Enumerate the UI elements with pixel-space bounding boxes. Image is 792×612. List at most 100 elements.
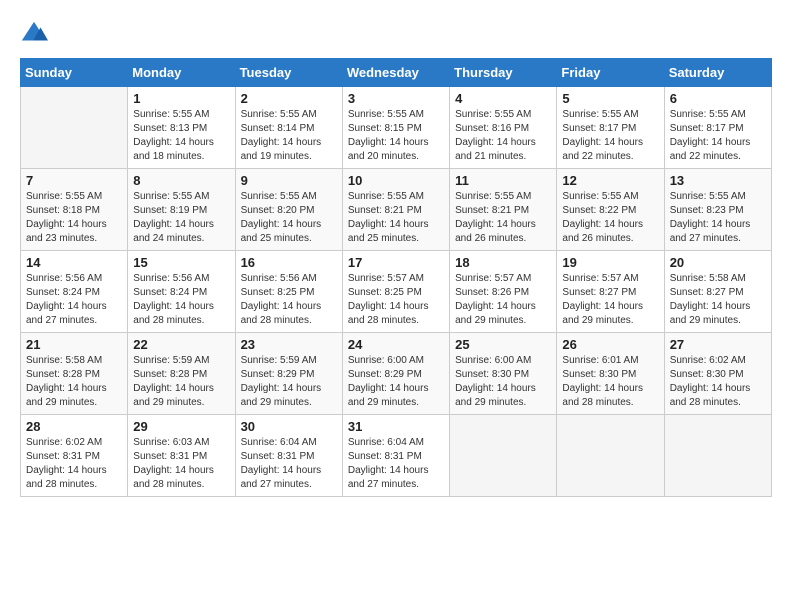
day-number: 28 <box>26 419 122 434</box>
day-info: Sunrise: 5:57 AM Sunset: 8:26 PM Dayligh… <box>455 272 551 328</box>
day-number: 24 <box>348 337 444 352</box>
day-number: 16 <box>241 255 337 270</box>
logo-icon <box>20 20 48 48</box>
day-info: Sunrise: 6:04 AM Sunset: 8:31 PM Dayligh… <box>241 436 337 492</box>
day-number: 22 <box>133 337 229 352</box>
day-info: Sunrise: 5:55 AM Sunset: 8:13 PM Dayligh… <box>133 108 229 164</box>
calendar-cell <box>450 415 557 497</box>
calendar-cell: 9 Sunrise: 5:55 AM Sunset: 8:20 PM Daylig… <box>235 169 342 251</box>
day-info: Sunrise: 5:55 AM Sunset: 8:20 PM Dayligh… <box>241 190 337 246</box>
calendar-cell: 16 Sunrise: 5:56 AM Sunset: 8:25 PM Dayli… <box>235 251 342 333</box>
calendar-cell: 25 Sunrise: 6:00 AM Sunset: 8:30 PM Dayli… <box>450 333 557 415</box>
day-info: Sunrise: 6:03 AM Sunset: 8:31 PM Dayligh… <box>133 436 229 492</box>
day-info: Sunrise: 6:02 AM Sunset: 8:30 PM Dayligh… <box>670 354 766 410</box>
day-info: Sunrise: 5:55 AM Sunset: 8:18 PM Dayligh… <box>26 190 122 246</box>
day-info: Sunrise: 6:02 AM Sunset: 8:31 PM Dayligh… <box>26 436 122 492</box>
day-info: Sunrise: 5:58 AM Sunset: 8:28 PM Dayligh… <box>26 354 122 410</box>
calendar-table: Sunday Monday Tuesday Wednesday Thursday… <box>20 58 772 497</box>
calendar-cell: 22 Sunrise: 5:59 AM Sunset: 8:28 PM Dayli… <box>128 333 235 415</box>
day-info: Sunrise: 6:01 AM Sunset: 8:30 PM Dayligh… <box>562 354 658 410</box>
day-number: 23 <box>241 337 337 352</box>
calendar-cell <box>664 415 771 497</box>
day-info: Sunrise: 6:04 AM Sunset: 8:31 PM Dayligh… <box>348 436 444 492</box>
calendar-cell: 11 Sunrise: 5:55 AM Sunset: 8:21 PM Dayli… <box>450 169 557 251</box>
calendar-cell: 21 Sunrise: 5:58 AM Sunset: 8:28 PM Dayli… <box>21 333 128 415</box>
calendar-cell: 12 Sunrise: 5:55 AM Sunset: 8:22 PM Dayli… <box>557 169 664 251</box>
day-info: Sunrise: 5:56 AM Sunset: 8:24 PM Dayligh… <box>133 272 229 328</box>
calendar-cell: 2 Sunrise: 5:55 AM Sunset: 8:14 PM Daylig… <box>235 87 342 169</box>
day-number: 25 <box>455 337 551 352</box>
day-number: 19 <box>562 255 658 270</box>
day-number: 6 <box>670 91 766 106</box>
calendar-cell: 27 Sunrise: 6:02 AM Sunset: 8:30 PM Dayli… <box>664 333 771 415</box>
day-info: Sunrise: 5:56 AM Sunset: 8:24 PM Dayligh… <box>26 272 122 328</box>
calendar-cell: 13 Sunrise: 5:55 AM Sunset: 8:23 PM Dayli… <box>664 169 771 251</box>
day-number: 29 <box>133 419 229 434</box>
day-number: 31 <box>348 419 444 434</box>
calendar-cell: 15 Sunrise: 5:56 AM Sunset: 8:24 PM Dayli… <box>128 251 235 333</box>
calendar-cell: 26Sunrise: 6:01 AM Sunset: 8:30 PM Dayli… <box>557 333 664 415</box>
day-number: 3 <box>348 91 444 106</box>
calendar-cell: 24 Sunrise: 6:00 AM Sunset: 8:29 PM Dayli… <box>342 333 449 415</box>
day-info: Sunrise: 5:59 AM Sunset: 8:29 PM Dayligh… <box>241 354 337 410</box>
day-number: 13 <box>670 173 766 188</box>
calendar-cell: 5Sunrise: 5:55 AM Sunset: 8:17 PM Daylig… <box>557 87 664 169</box>
logo <box>20 20 52 48</box>
day-number: 15 <box>133 255 229 270</box>
day-info: Sunrise: 5:57 AM Sunset: 8:27 PM Dayligh… <box>562 272 658 328</box>
day-info: Sunrise: 5:55 AM Sunset: 8:21 PM Dayligh… <box>455 190 551 246</box>
day-number: 4 <box>455 91 551 106</box>
calendar-week-row: 21 Sunrise: 5:58 AM Sunset: 8:28 PM Dayli… <box>21 333 772 415</box>
day-number: 12 <box>562 173 658 188</box>
day-number: 7 <box>26 173 122 188</box>
day-number: 11 <box>455 173 551 188</box>
header-tuesday: Tuesday <box>235 59 342 87</box>
calendar-cell: 1 Sunrise: 5:55 AM Sunset: 8:13 PM Daylig… <box>128 87 235 169</box>
header-saturday: Saturday <box>664 59 771 87</box>
day-number: 1 <box>133 91 229 106</box>
day-info: Sunrise: 5:55 AM Sunset: 8:22 PM Dayligh… <box>562 190 658 246</box>
calendar-cell: 31 Sunrise: 6:04 AM Sunset: 8:31 PM Dayli… <box>342 415 449 497</box>
calendar-cell: 10Sunrise: 5:55 AM Sunset: 8:21 PM Dayli… <box>342 169 449 251</box>
header-friday: Friday <box>557 59 664 87</box>
day-info: Sunrise: 5:55 AM Sunset: 8:14 PM Dayligh… <box>241 108 337 164</box>
day-number: 30 <box>241 419 337 434</box>
day-info: Sunrise: 6:00 AM Sunset: 8:29 PM Dayligh… <box>348 354 444 410</box>
calendar-cell: 18 Sunrise: 5:57 AM Sunset: 8:26 PM Dayli… <box>450 251 557 333</box>
calendar-week-row: 1 Sunrise: 5:55 AM Sunset: 8:13 PM Daylig… <box>21 87 772 169</box>
calendar-body: 1 Sunrise: 5:55 AM Sunset: 8:13 PM Daylig… <box>21 87 772 497</box>
calendar-header: Sunday Monday Tuesday Wednesday Thursday… <box>21 59 772 87</box>
header-sunday: Sunday <box>21 59 128 87</box>
day-info: Sunrise: 5:56 AM Sunset: 8:25 PM Dayligh… <box>241 272 337 328</box>
weekday-header-row: Sunday Monday Tuesday Wednesday Thursday… <box>21 59 772 87</box>
day-info: Sunrise: 5:57 AM Sunset: 8:25 PM Dayligh… <box>348 272 444 328</box>
calendar-cell: 28 Sunrise: 6:02 AM Sunset: 8:31 PM Dayli… <box>21 415 128 497</box>
calendar-cell: 20Sunrise: 5:58 AM Sunset: 8:27 PM Dayli… <box>664 251 771 333</box>
day-info: Sunrise: 5:59 AM Sunset: 8:28 PM Dayligh… <box>133 354 229 410</box>
day-number: 9 <box>241 173 337 188</box>
day-info: Sunrise: 6:00 AM Sunset: 8:30 PM Dayligh… <box>455 354 551 410</box>
page-container: Sunday Monday Tuesday Wednesday Thursday… <box>20 20 772 497</box>
day-number: 2 <box>241 91 337 106</box>
calendar-cell: 30 Sunrise: 6:04 AM Sunset: 8:31 PM Dayli… <box>235 415 342 497</box>
calendar-cell: 17 Sunrise: 5:57 AM Sunset: 8:25 PM Dayli… <box>342 251 449 333</box>
header-wednesday: Wednesday <box>342 59 449 87</box>
calendar-cell: 6Sunrise: 5:55 AM Sunset: 8:17 PM Daylig… <box>664 87 771 169</box>
day-number: 14 <box>26 255 122 270</box>
day-info: Sunrise: 5:55 AM Sunset: 8:19 PM Dayligh… <box>133 190 229 246</box>
day-number: 5 <box>562 91 658 106</box>
day-number: 20 <box>670 255 766 270</box>
day-number: 27 <box>670 337 766 352</box>
day-info: Sunrise: 5:55 AM Sunset: 8:23 PM Dayligh… <box>670 190 766 246</box>
calendar-week-row: 7 Sunrise: 5:55 AM Sunset: 8:18 PM Daylig… <box>21 169 772 251</box>
calendar-cell: 19 Sunrise: 5:57 AM Sunset: 8:27 PM Dayli… <box>557 251 664 333</box>
day-number: 18 <box>455 255 551 270</box>
header-thursday: Thursday <box>450 59 557 87</box>
day-number: 21 <box>26 337 122 352</box>
calendar-cell <box>557 415 664 497</box>
header <box>20 20 772 48</box>
day-number: 17 <box>348 255 444 270</box>
calendar-cell: 14 Sunrise: 5:56 AM Sunset: 8:24 PM Dayli… <box>21 251 128 333</box>
calendar-cell: 29 Sunrise: 6:03 AM Sunset: 8:31 PM Dayli… <box>128 415 235 497</box>
day-number: 8 <box>133 173 229 188</box>
